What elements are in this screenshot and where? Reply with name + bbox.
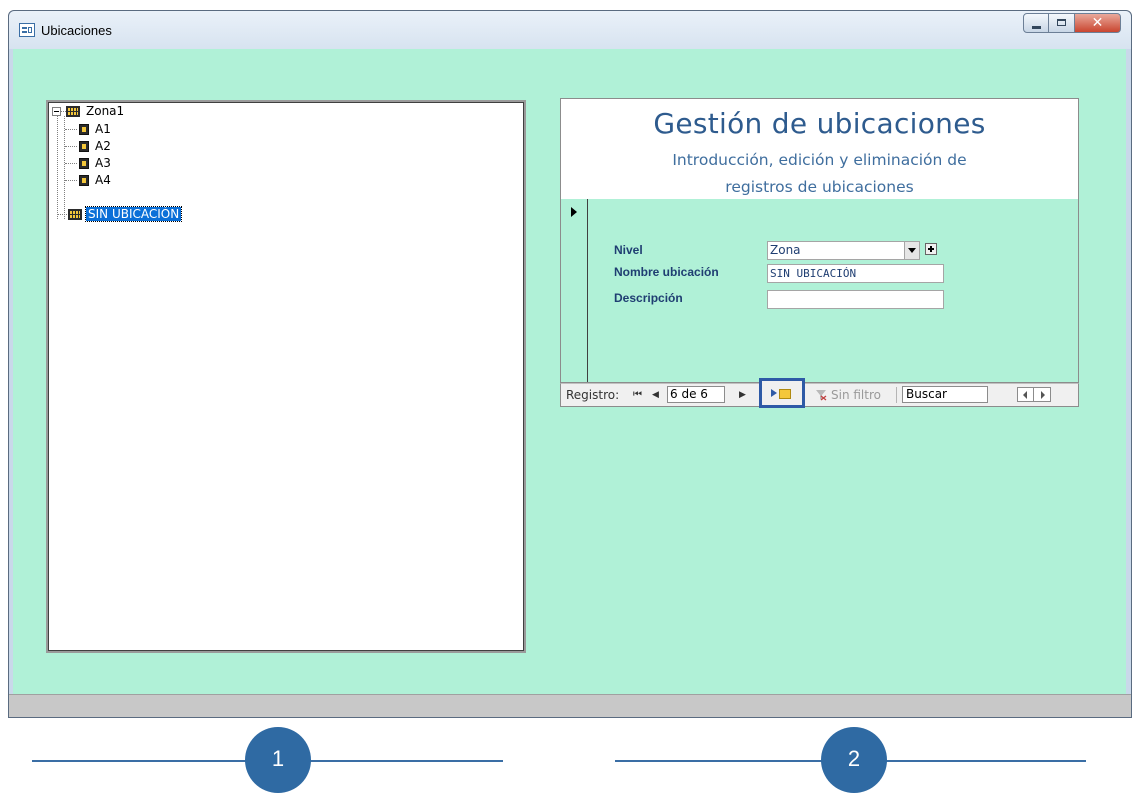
chevron-down-icon[interactable]: [904, 242, 919, 259]
next-record-icon[interactable]: ▶: [739, 390, 746, 400]
tree-node-a3[interactable]: A3: [79, 155, 113, 171]
scroll-left-icon[interactable]: [1023, 391, 1027, 399]
tree-node-a4[interactable]: A4: [79, 172, 113, 188]
callout-badge-1: 1: [245, 727, 311, 793]
form-subtitle-line1: Introducción, edición y eliminación de: [672, 151, 967, 169]
filter-icon: [816, 390, 827, 401]
nombre-field[interactable]: SIN UBICACIÓN: [767, 264, 944, 283]
window-controls: ✕: [1023, 13, 1121, 35]
add-level-button[interactable]: [925, 243, 937, 255]
record-navigation-bar: Registro: ⏮ ◀ 6 de 6 ▶ Sin filtro Buscar: [560, 378, 1079, 408]
locations-tree[interactable]: Zona1 A1 A2 A3 A4 SIN UBICACIÓN: [46, 100, 526, 653]
location-icon: [79, 175, 89, 186]
form-detail: Nivel Zona Nombre ubicación SIN UBICACIÓ…: [560, 199, 1079, 383]
maximize-button[interactable]: [1049, 13, 1075, 33]
nombre-label: Nombre ubicación: [614, 265, 719, 279]
form-header: Gestión de ubicaciones Introducción, edi…: [560, 98, 1079, 200]
form-subtitle-line2: registros de ubicaciones: [725, 178, 914, 196]
previous-record-icon[interactable]: ◀: [652, 390, 659, 400]
record-label: Registro:: [566, 388, 620, 402]
nivel-combo[interactable]: Zona: [767, 241, 920, 260]
minimize-button[interactable]: [1023, 13, 1049, 33]
tree-node-a1[interactable]: A1: [79, 121, 113, 137]
window-title: Ubicaciones: [41, 23, 112, 38]
tree-node-a2[interactable]: A2: [79, 138, 113, 154]
filter-status[interactable]: Sin filtro: [831, 388, 881, 402]
status-bar: [9, 694, 1131, 717]
locations-form: Gestión de ubicaciones Introducción, edi…: [560, 98, 1079, 410]
scroll-right-icon[interactable]: [1041, 391, 1045, 399]
close-button[interactable]: ✕: [1075, 13, 1121, 33]
tree-node-sin-ubicacion[interactable]: SIN UBICACIÓN: [68, 206, 183, 222]
tree-node-zona1[interactable]: Zona1: [66, 103, 126, 119]
descripcion-label: Descripción: [614, 291, 683, 305]
record-selector[interactable]: [561, 199, 588, 382]
new-record-button[interactable]: [759, 378, 805, 408]
zone-icon: [66, 106, 80, 117]
location-icon: [79, 124, 89, 135]
form-subtitle: Introducción, edición y eliminación de r…: [561, 147, 1078, 201]
descripcion-field[interactable]: [767, 290, 944, 309]
horizontal-scrollbar[interactable]: [1017, 387, 1051, 402]
current-record-field[interactable]: 6 de 6: [667, 386, 725, 403]
callout-badge-2: 2: [821, 727, 887, 793]
nivel-label: Nivel: [614, 243, 643, 257]
nivel-value: Zona: [770, 243, 801, 257]
first-record-icon[interactable]: ⏮: [633, 389, 642, 400]
search-input[interactable]: Buscar: [902, 386, 988, 403]
close-icon: ✕: [1091, 15, 1104, 31]
zone-icon: [68, 209, 82, 220]
form-title: Gestión de ubicaciones: [653, 107, 986, 140]
location-icon: [79, 141, 89, 152]
location-icon: [79, 158, 89, 169]
title-bar[interactable]: Ubicaciones ✕: [9, 11, 1131, 49]
collapse-icon[interactable]: [52, 107, 61, 116]
form-icon: [19, 23, 35, 37]
